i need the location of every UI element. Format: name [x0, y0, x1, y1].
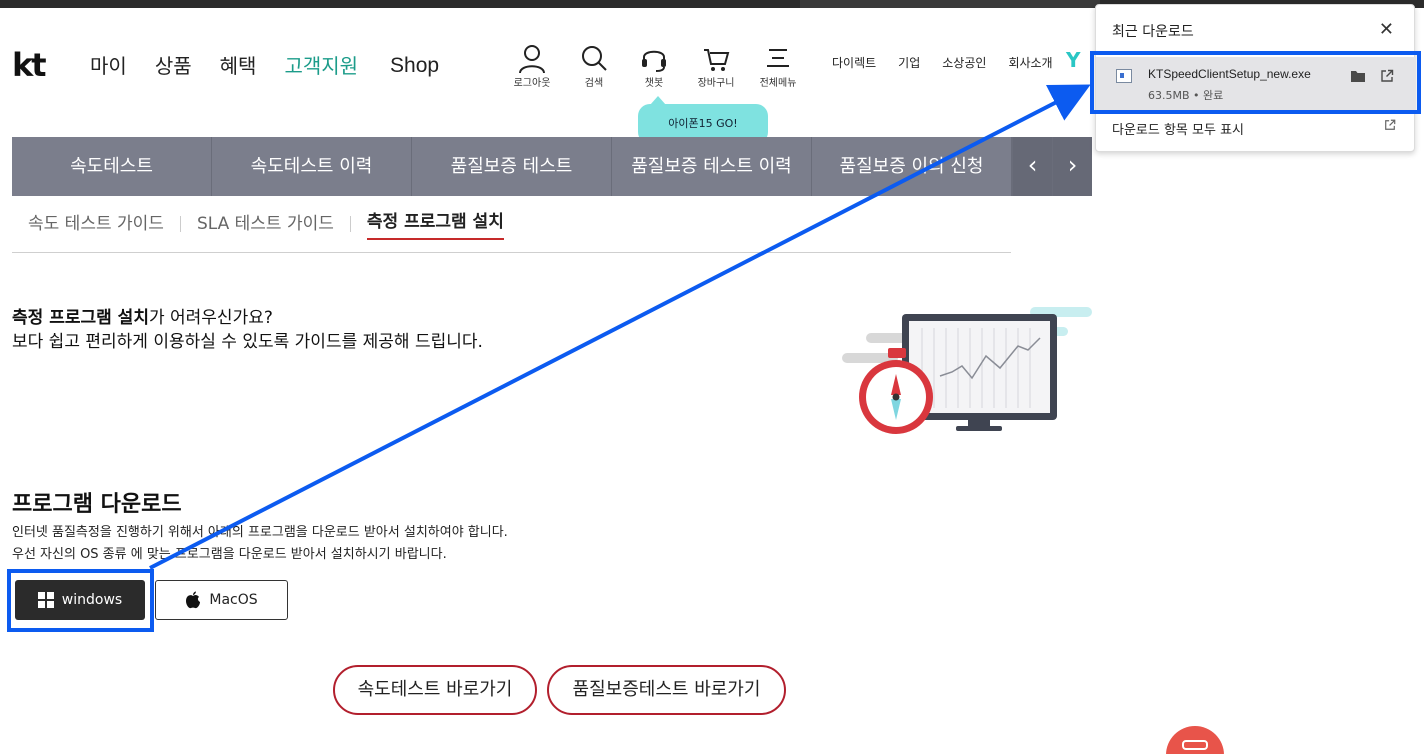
download-desc-line1: 인터넷 품질측정을 진행하기 위해서 아래의 프로그램을 다운로드 받아서 설치… — [12, 525, 508, 540]
nav-item-support[interactable]: 고객지원 — [284, 52, 358, 80]
intro-bold: 측정 프로그램 설치 — [12, 308, 149, 328]
intro-line1-rest: 가 어려우신가요? — [148, 308, 273, 328]
download-item-highlight — [1090, 51, 1421, 114]
downloads-panel-title: 최근 다운로드 — [1112, 24, 1194, 40]
chatbot-label: 챗봇 — [644, 78, 664, 89]
top-link-business[interactable]: 기업 — [898, 54, 920, 71]
speed-test-shortcut-button[interactable]: 속도테스트 바로가기 — [333, 665, 537, 715]
top-link-direct[interactable]: 다이렉트 — [832, 54, 876, 71]
subtab-speed-guide[interactable]: 속도 테스트 가이드 — [28, 210, 164, 238]
macos-download-button[interactable]: MacOS — [155, 580, 288, 620]
nav-item-my[interactable]: 마이 — [90, 52, 127, 80]
cart-button[interactable]: 장바구니 — [686, 44, 746, 90]
floating-chat-button[interactable] — [1166, 726, 1224, 754]
search-button[interactable]: 검색 — [564, 44, 624, 90]
tab-quality-test[interactable]: 품질보증 테스트 — [412, 137, 612, 196]
download-desc-line2: 우선 자신의 OS 종류 에 맞는 프로그램을 다운로드 받아서 설치하시기 바… — [12, 547, 447, 562]
subtab-divider — [349, 216, 351, 232]
download-description: 인터넷 품질측정을 진행하기 위해서 아래의 프로그램을 다운로드 받아서 설치… — [12, 522, 508, 566]
nav-item-benefits[interactable]: 혜택 — [220, 52, 257, 80]
top-link-company[interactable]: 회사소개 — [1008, 54, 1052, 71]
tab-prev-button[interactable]: ‹ — [1012, 137, 1052, 196]
cart-label: 장바구니 — [697, 78, 735, 89]
all-menu-button[interactable]: 전체메뉴 — [748, 44, 808, 90]
chat-fab-icon — [1182, 740, 1208, 750]
show-all-downloads-link[interactable]: 다운로드 항목 모두 표시 — [1112, 119, 1244, 138]
download-section-title: 프로그램 다운로드 — [12, 492, 182, 517]
close-icon[interactable]: ✕ — [1379, 19, 1394, 40]
macos-button-label: MacOS — [209, 592, 258, 608]
windows-button-highlight — [7, 569, 154, 632]
section-divider — [12, 252, 1011, 253]
search-label: 검색 — [584, 78, 604, 89]
subtab-divider — [179, 216, 181, 232]
tab-quality-history[interactable]: 품질보증 테스트 이력 — [612, 137, 812, 196]
y-brand-icon[interactable]: Y — [1066, 48, 1080, 72]
nav-item-shop[interactable]: Shop — [390, 52, 439, 80]
install-intro: 측정 프로그램 설치가 어려우신가요? 보다 쉽고 편리하게 이용하실 수 있도… — [12, 306, 483, 354]
tab-quality-appeal[interactable]: 품질보증 이의 신청 — [812, 137, 1012, 196]
sub-tabs: 속도 테스트 가이드 SLA 테스트 가이드 측정 프로그램 설치 — [28, 208, 504, 240]
logout-button[interactable]: 로그아웃 — [502, 44, 562, 90]
search-icon — [582, 46, 607, 71]
main-nav: 마이 상품 혜택 고객지원 Shop — [90, 52, 467, 80]
kt-logo[interactable]: kt — [12, 48, 47, 82]
test-tabbar: 속도테스트 속도테스트 이력 품질보증 테스트 품질보증 테스트 이력 품질보증… — [12, 137, 1092, 196]
open-external-icon[interactable] — [1384, 119, 1396, 131]
logout-label: 로그아웃 — [513, 78, 551, 89]
tab-next-button[interactable]: › — [1052, 137, 1092, 196]
top-link-smallbiz[interactable]: 소상공인 — [942, 54, 986, 71]
subtab-install-program[interactable]: 측정 프로그램 설치 — [366, 208, 504, 240]
nav-item-products[interactable]: 상품 — [155, 52, 192, 80]
browser-tab-area — [800, 0, 1100, 8]
menu-icon — [767, 49, 789, 67]
top-links: 다이렉트 기업 소상공인 회사소개 — [832, 54, 1075, 71]
speed-monitor-illustration — [842, 307, 1092, 434]
tab-speed-history[interactable]: 속도테스트 이력 — [212, 137, 412, 196]
chatbot-button[interactable]: 챗봇 — [624, 44, 684, 90]
headset-icon — [642, 50, 666, 72]
subtab-sla-guide[interactable]: SLA 테스트 가이드 — [197, 210, 334, 238]
cart-icon — [704, 49, 730, 71]
intro-line2: 보다 쉽고 편리하게 이용하실 수 있도록 가이드를 제공해 드립니다. — [12, 332, 483, 352]
tab-speed-test[interactable]: 속도테스트 — [12, 137, 212, 196]
user-icon — [519, 45, 545, 74]
quality-test-shortcut-button[interactable]: 품질보증테스트 바로가기 — [547, 665, 786, 715]
all-menu-label: 전체메뉴 — [759, 78, 797, 89]
apple-icon — [186, 591, 201, 609]
